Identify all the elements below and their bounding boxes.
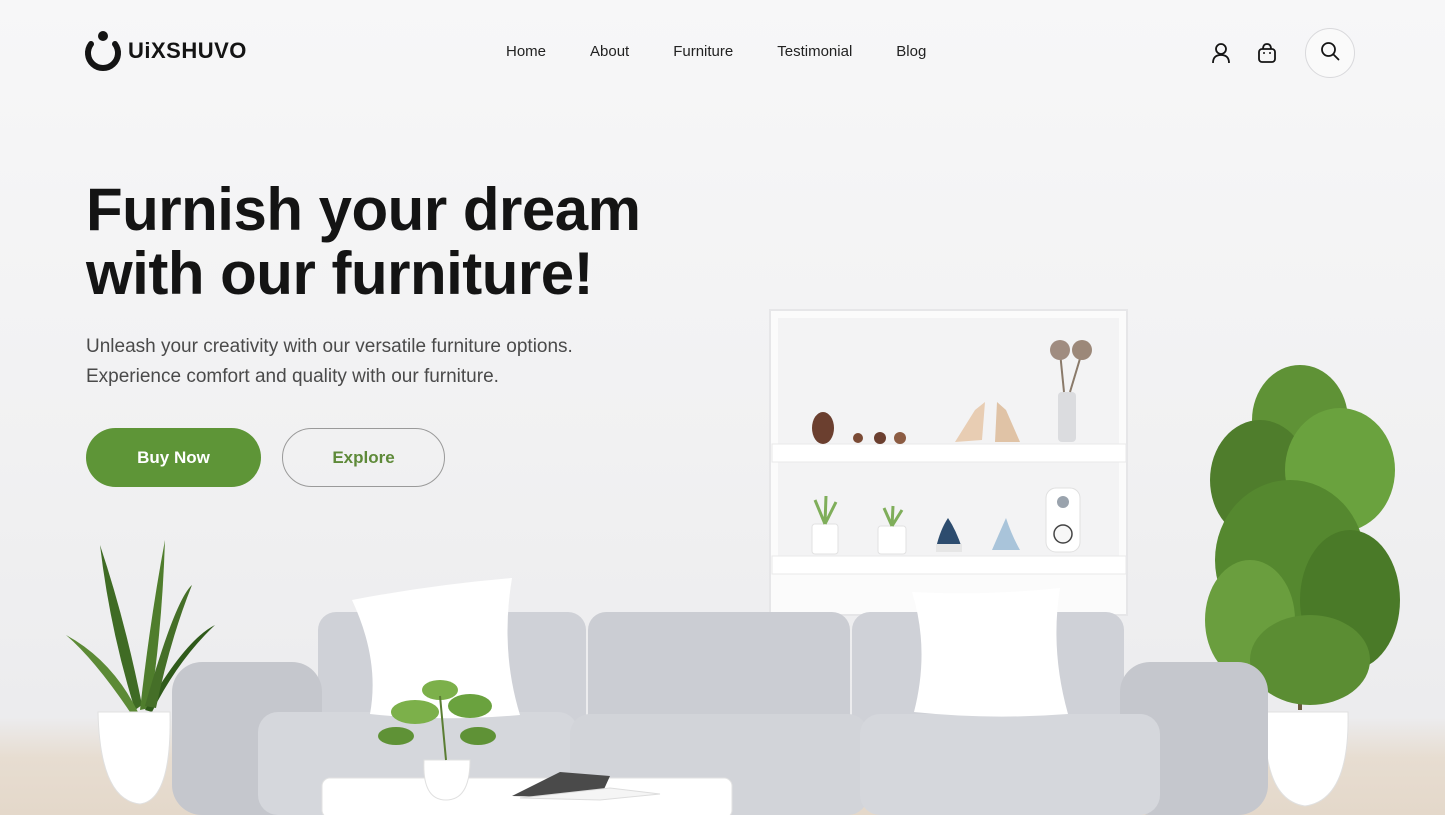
brand-name: UiXSHUVO — [128, 38, 247, 63]
hero-background-scene — [0, 0, 1445, 815]
hero-subtitle-line-2: Experience comfort and quality with our … — [86, 366, 499, 387]
shopping-bag-icon[interactable] — [1251, 29, 1283, 77]
nav-blog-link[interactable]: Blog — [896, 42, 926, 62]
living-room-illustration — [66, 309, 1400, 815]
explore-button[interactable]: Explore — [282, 428, 445, 487]
nav-testimonial-link[interactable]: Testimonial — [777, 42, 852, 62]
user-icon[interactable] — [1205, 29, 1237, 77]
nav-about-link[interactable]: About — [590, 42, 629, 62]
hero-subtitle: Unleash your creativity with our versati… — [86, 332, 686, 392]
nav-home-link[interactable]: Home — [506, 42, 546, 62]
header-actions — [1205, 28, 1355, 78]
brand-logo[interactable]: UiXSHUVO — [84, 30, 247, 72]
hero-title: Furnish your dream with our furniture! — [86, 178, 726, 306]
hero-title-line-1: Furnish your dream — [86, 176, 641, 243]
buy-now-button[interactable]: Buy Now — [86, 428, 261, 487]
hero-title-line-2: with our furniture! — [86, 240, 594, 307]
main-navigation: Home About Furniture Testimonial Blog — [506, 42, 970, 62]
nav-furniture-link[interactable]: Furniture — [673, 42, 733, 62]
wall-shelf-unit — [769, 309, 1128, 616]
power-ring-logo-icon — [84, 30, 122, 72]
search-button[interactable] — [1305, 28, 1355, 78]
search-icon — [1320, 41, 1340, 66]
site-header: UiXSHUVO Home About Furniture Testimonia… — [0, 0, 1445, 104]
hero-subtitle-line-1: Unleash your creativity with our versati… — [86, 336, 573, 357]
